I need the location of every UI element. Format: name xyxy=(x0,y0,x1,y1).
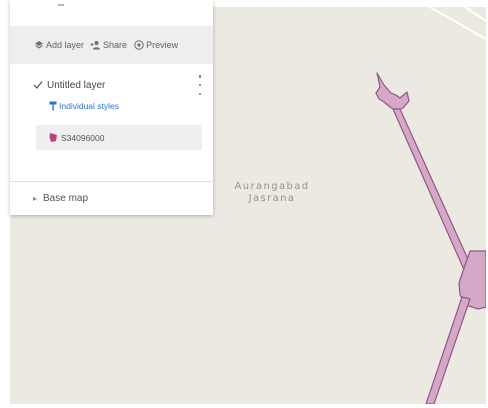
paint-roller-icon xyxy=(49,101,57,111)
layer-section: Untitled layer Individual styles S340960… xyxy=(10,64,213,196)
chevron-right-icon: ▸ xyxy=(33,194,38,203)
feature-name: S34096000 xyxy=(61,132,105,143)
panel-top-area xyxy=(10,0,213,26)
layer-visibility-checkbox[interactable] xyxy=(33,80,43,90)
panel-top-mark xyxy=(58,0,64,6)
layer-options-menu-icon[interactable] xyxy=(196,75,204,95)
layer-header: Untitled layer xyxy=(10,76,213,94)
preview-button[interactable]: Preview xyxy=(133,40,178,51)
place-label: Aurangabad Jasrana xyxy=(232,181,312,205)
place-label-line2: Jasrana xyxy=(248,193,296,204)
polygon-blob-top xyxy=(375,72,410,112)
layers-panel: Add layer Share Preview Untitled layer I… xyxy=(10,0,213,215)
feature-list-item[interactable]: S34096000 xyxy=(36,125,202,150)
polygon-corridor-south xyxy=(425,296,471,404)
add-layer-button[interactable]: Add layer xyxy=(33,40,84,51)
add-layer-icon xyxy=(33,40,44,51)
preview-label: Preview xyxy=(146,40,179,50)
layer-styles-label: Individual styles xyxy=(59,101,120,111)
base-map-row[interactable]: ▸ Base map xyxy=(10,181,213,215)
share-button[interactable]: Share xyxy=(90,40,127,51)
layer-toolbar: Add layer Share Preview xyxy=(10,26,213,64)
drawn-polygon-feature[interactable] xyxy=(375,72,486,404)
add-person-icon xyxy=(90,40,101,51)
polygon-feature-icon xyxy=(49,133,57,142)
preview-eye-icon xyxy=(133,40,144,51)
add-layer-label: Add layer xyxy=(46,40,85,50)
place-label-line1: Aurangabad xyxy=(234,181,310,192)
checkmark-icon xyxy=(33,81,43,89)
road-lines xyxy=(429,7,486,40)
layer-name[interactable]: Untitled layer xyxy=(47,80,105,91)
polygon-corridor-north xyxy=(392,108,477,282)
base-map-label: Base map xyxy=(43,193,89,204)
layer-styles-link[interactable]: Individual styles xyxy=(10,98,213,114)
share-label: Share xyxy=(103,40,128,50)
